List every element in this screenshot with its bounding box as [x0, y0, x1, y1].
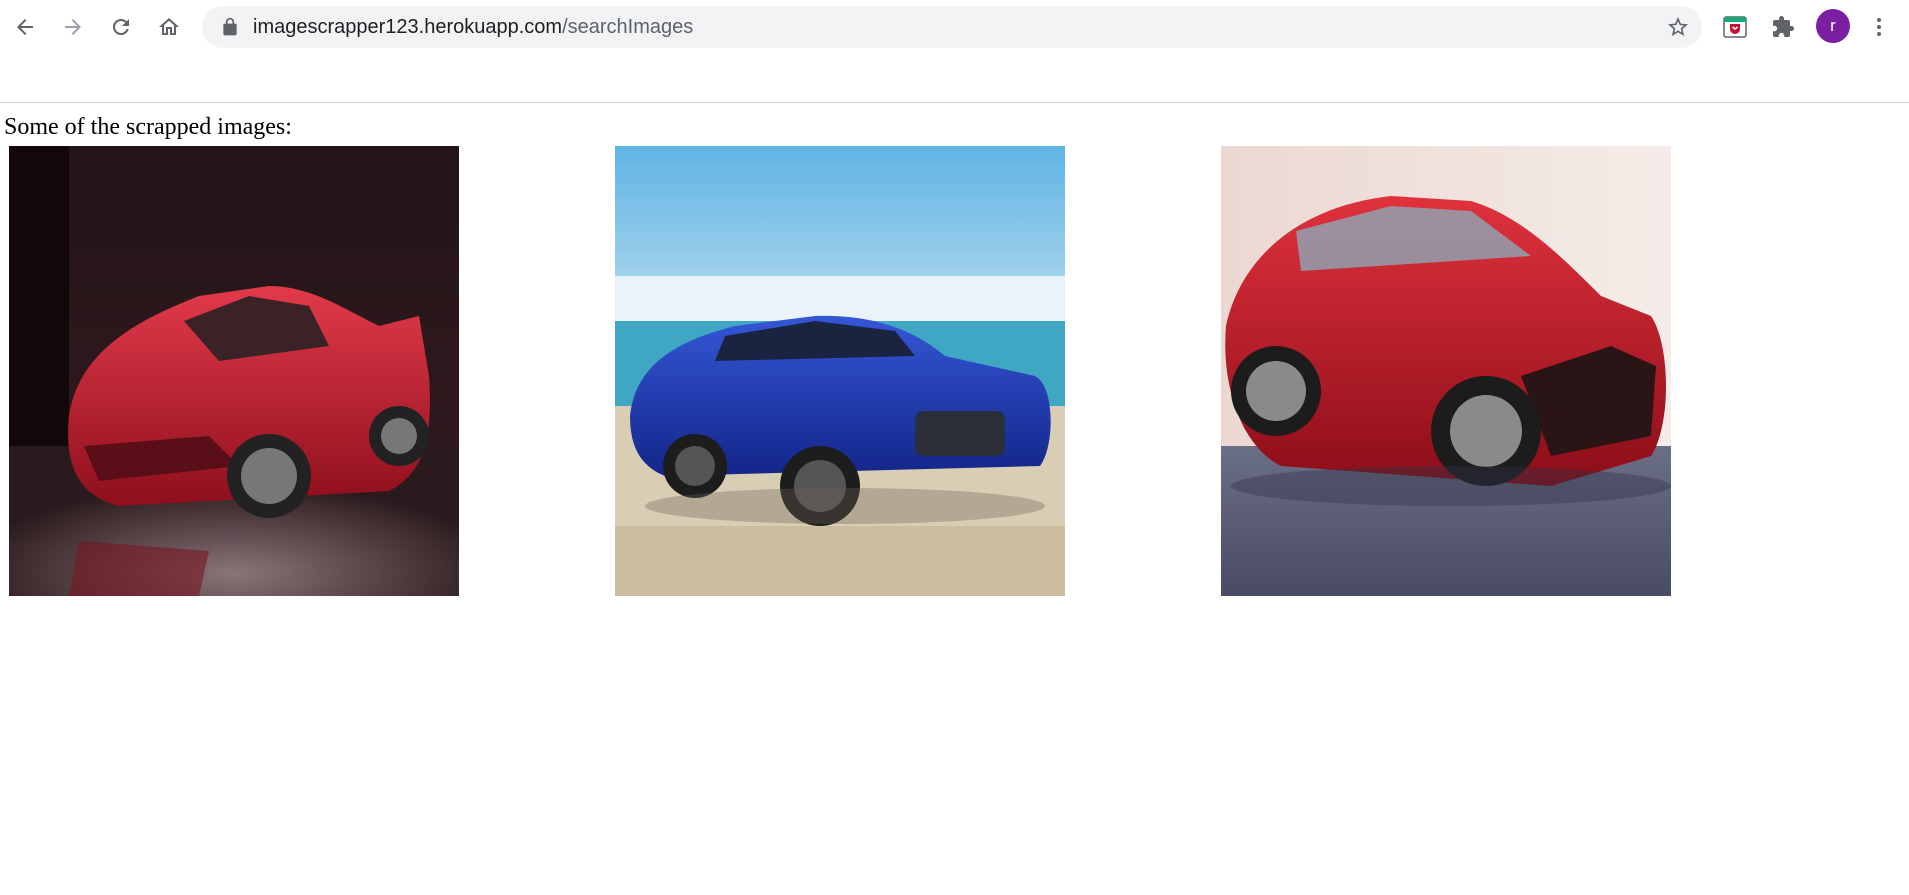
scraped-image-blue-sedan [615, 146, 1065, 596]
profile-avatar[interactable]: r [1816, 9, 1850, 43]
bookmark-star-icon[interactable] [1666, 15, 1690, 39]
page-caption: Some of the scrapped images: [4, 114, 292, 140]
puzzle-extensions-icon[interactable] [1764, 8, 1802, 46]
address-bar[interactable]: imagescrapper123.herokuapp.com/searchIma… [202, 6, 1702, 48]
scraped-image-red-sedan [1221, 146, 1671, 596]
home-icon[interactable] [150, 8, 188, 46]
url-path: /searchImages [562, 16, 694, 38]
kebab-menu-icon[interactable] [1860, 8, 1898, 46]
lock-icon[interactable] [220, 17, 240, 37]
address-bar-url[interactable]: imagescrapper123.herokuapp.com/searchIma… [253, 6, 693, 48]
reload-icon[interactable] [102, 8, 140, 46]
browser-toolbar: imagescrapper123.herokuapp.com/searchIma… [0, 0, 1909, 54]
scraped-image-red-sports-car [9, 146, 459, 596]
back-arrow-icon[interactable] [6, 8, 44, 46]
url-host: imagescrapper123.herokuapp.com [253, 16, 563, 38]
page-divider [0, 102, 1909, 103]
forward-arrow-icon[interactable] [54, 8, 92, 46]
extension-shield-icon[interactable] [1723, 15, 1747, 39]
